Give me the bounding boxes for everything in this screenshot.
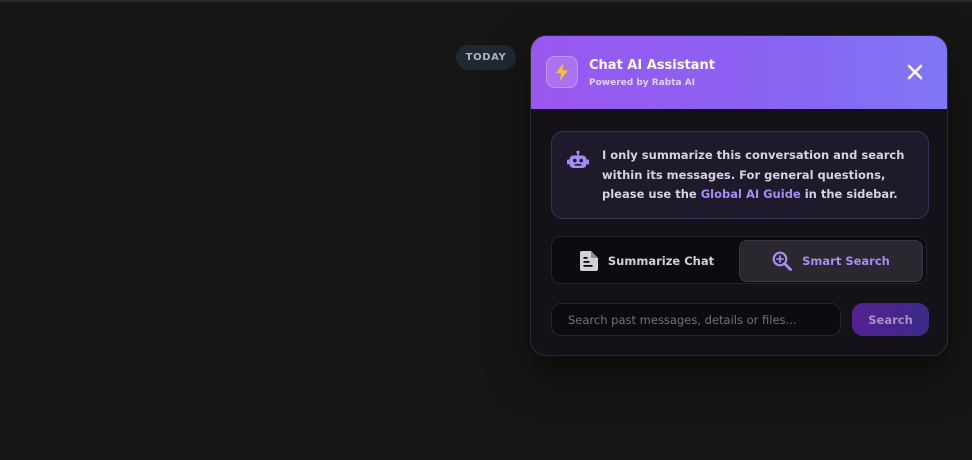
global-ai-guide-link[interactable]: Global AI Guide	[701, 187, 801, 201]
search-input[interactable]	[551, 303, 841, 336]
document-icon	[579, 251, 598, 271]
tab-smart-search[interactable]: Smart Search	[739, 240, 923, 282]
bolt-icon	[546, 56, 578, 88]
tab-summarize-chat[interactable]: Summarize Chat	[555, 240, 739, 282]
assistant-info-notice: I only summarize this conversation and s…	[551, 131, 929, 219]
close-icon	[907, 64, 923, 80]
date-divider-badge: TODAY	[456, 45, 516, 70]
assistant-header: Chat AI Assistant Powered by Rabta AI	[531, 36, 947, 109]
mode-tabs: Summarize Chat Smart Search	[551, 236, 927, 284]
assistant-subtitle: Powered by Rabta AI	[589, 78, 696, 88]
tab-label: Smart Search	[802, 254, 890, 268]
search-button[interactable]: Search	[852, 303, 929, 336]
info-text-part: in the sidebar.	[800, 187, 898, 201]
close-button[interactable]	[901, 58, 929, 86]
robot-icon	[567, 150, 589, 168]
info-message: I only summarize this conversation and s…	[602, 146, 914, 205]
chat-ai-assistant-panel: Chat AI Assistant Powered by Rabta AI I …	[530, 35, 948, 356]
assistant-title: Chat AI Assistant	[589, 58, 715, 73]
tab-label: Summarize Chat	[607, 254, 715, 268]
top-divider	[0, 0, 972, 2]
search-zoom-icon	[772, 251, 793, 271]
